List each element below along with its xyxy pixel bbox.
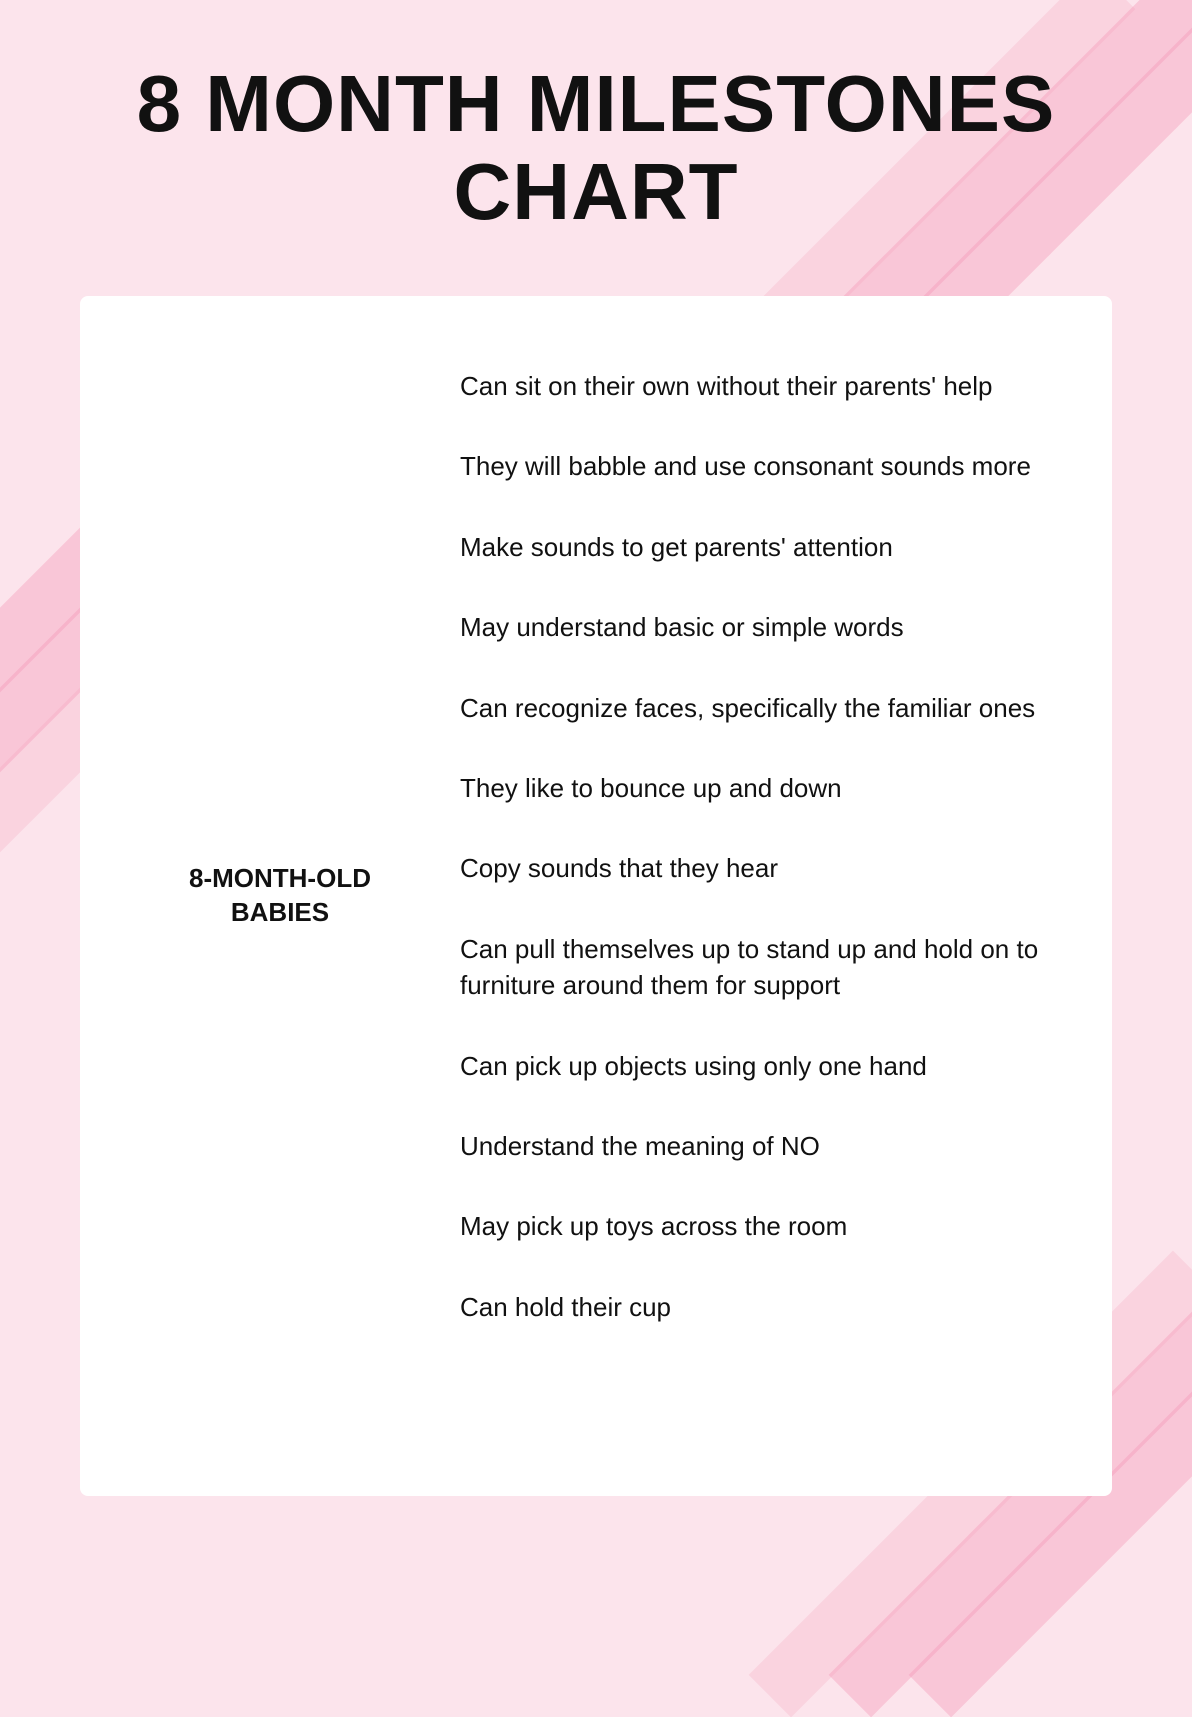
milestone-item-5: Can recognize faces, specifically the fa… (460, 668, 1052, 748)
milestone-item-3: Make sounds to get parents' attention (460, 507, 1052, 587)
milestone-text-2: They will babble and use consonant sound… (460, 448, 1052, 484)
milestone-item-4: May understand basic or simple words (460, 587, 1052, 667)
milestones-list: Can sit on their own without their paren… (460, 346, 1052, 1446)
milestone-text-5: Can recognize faces, specifically the fa… (460, 690, 1052, 726)
milestone-text-10: Understand the meaning of NO (460, 1128, 1052, 1164)
age-label-line1: 8-MONTH-OLD (189, 862, 371, 896)
milestone-text-1: Can sit on their own without their paren… (460, 368, 1052, 404)
milestone-text-11: May pick up toys across the room (460, 1208, 1052, 1244)
milestone-text-4: May understand basic or simple words (460, 609, 1052, 645)
milestone-text-7: Copy sounds that they hear (460, 850, 1052, 886)
milestone-item-11: May pick up toys across the room (460, 1186, 1052, 1266)
title-line2: CHART (80, 148, 1112, 236)
milestone-item-9: Can pick up objects using only one hand (460, 1026, 1052, 1106)
milestone-item-1: Can sit on their own without their paren… (460, 346, 1052, 426)
milestone-text-12: Can hold their cup (460, 1289, 1052, 1325)
milestone-item-10: Understand the meaning of NO (460, 1106, 1052, 1186)
milestone-text-6: They like to bounce up and down (460, 770, 1052, 806)
title-line1: 8 MONTH MILESTONES (80, 60, 1112, 148)
main-card: 8-MONTH-OLD BABIES Can sit on their own … (80, 296, 1112, 1496)
milestone-text-8: Can pull themselves up to stand up and h… (460, 931, 1052, 1004)
age-label-block: 8-MONTH-OLD BABIES (189, 862, 371, 930)
milestone-item-2: They will babble and use consonant sound… (460, 426, 1052, 506)
milestone-item-8: Can pull themselves up to stand up and h… (460, 909, 1052, 1026)
age-label-line2: BABIES (189, 896, 371, 930)
milestone-item-7: Copy sounds that they hear (460, 828, 1052, 908)
milestone-item-6: They like to bounce up and down (460, 748, 1052, 828)
milestone-text-3: Make sounds to get parents' attention (460, 529, 1052, 565)
milestone-text-9: Can pick up objects using only one hand (460, 1048, 1052, 1084)
milestone-item-12: Can hold their cup (460, 1267, 1052, 1347)
left-section: 8-MONTH-OLD BABIES (140, 346, 420, 1446)
page-title: 8 MONTH MILESTONES CHART (0, 0, 1192, 276)
